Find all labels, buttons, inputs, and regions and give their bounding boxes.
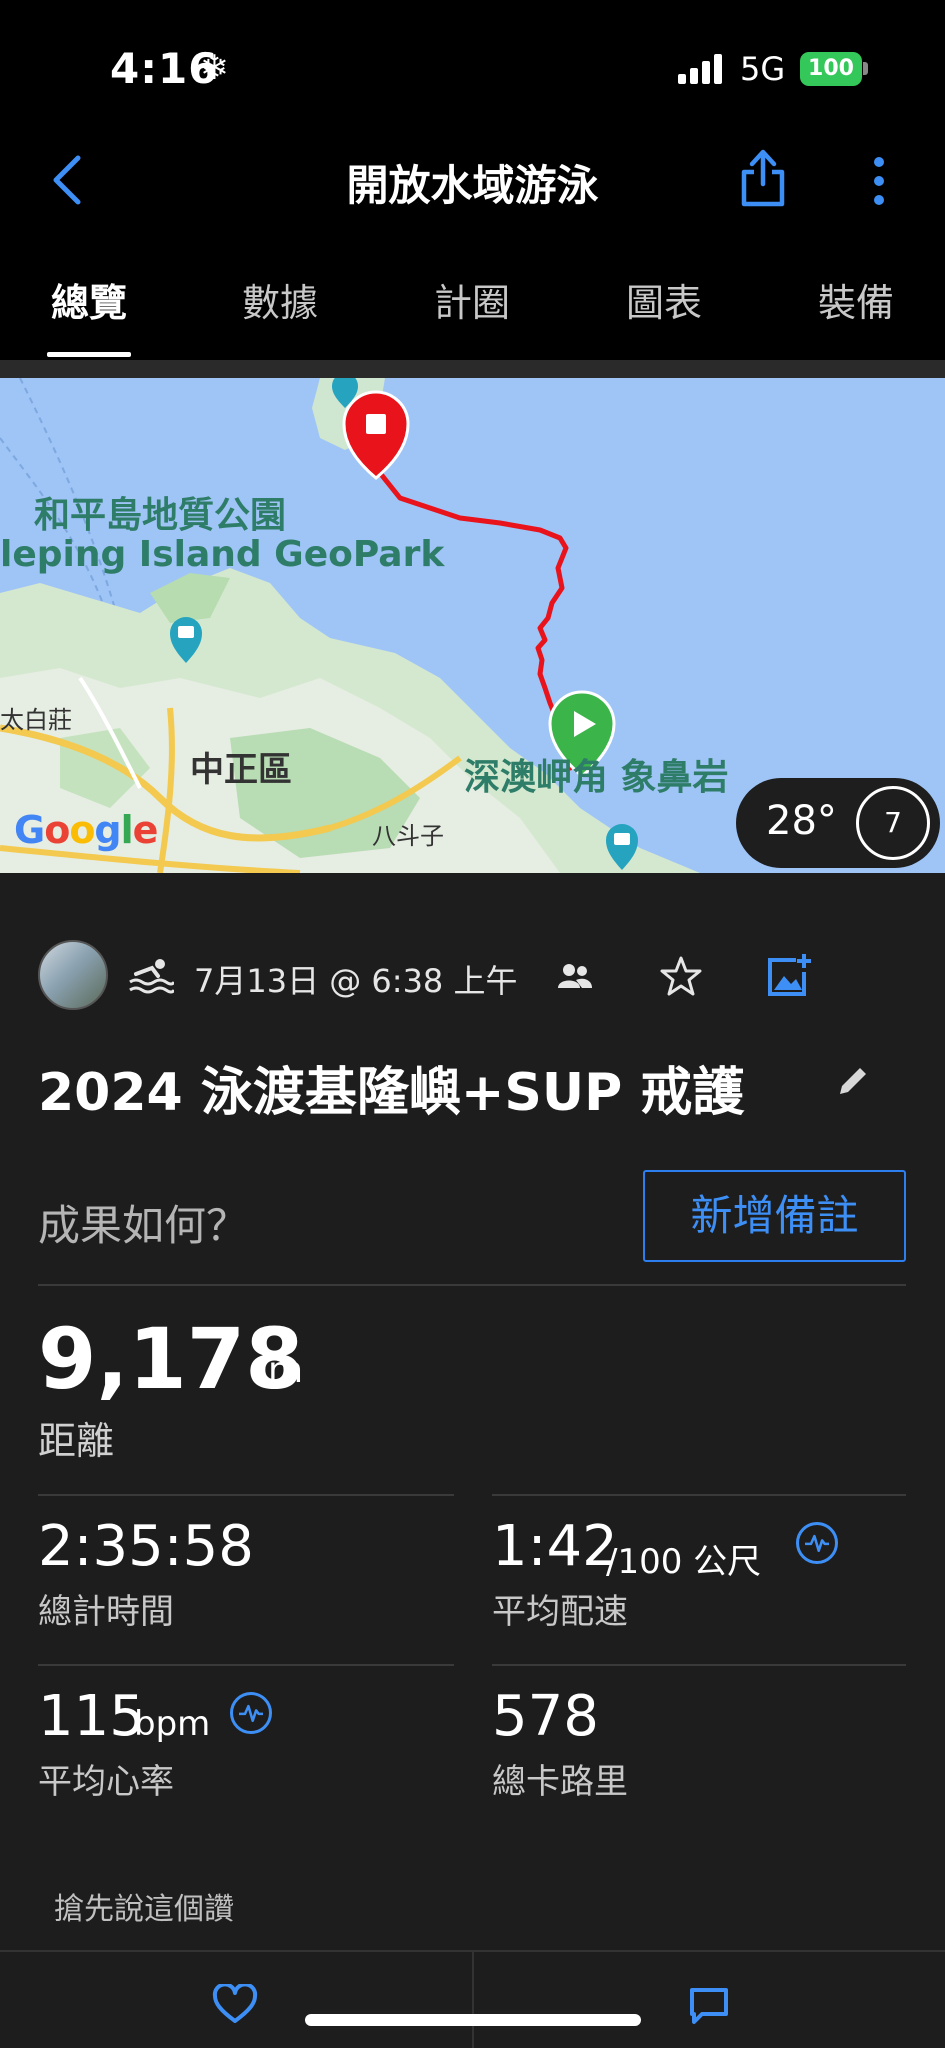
status-bar: 4:16 ❄ 5G 100 bbox=[0, 0, 945, 140]
map-label-zhongzheng: 中正區 bbox=[190, 750, 292, 790]
battery-tip bbox=[863, 62, 868, 75]
avg-pace-value: 1:42 bbox=[492, 1514, 618, 1579]
wind-speed: 7 bbox=[856, 786, 930, 860]
avg-hr-unit: bpm bbox=[134, 1704, 211, 1744]
tab-bar: 總覽 數據 計圈 圖表 裝備 bbox=[0, 262, 945, 360]
weather-temperature: 28° bbox=[766, 798, 837, 844]
edit-icon[interactable] bbox=[836, 1064, 870, 1098]
avatar[interactable] bbox=[38, 940, 108, 1010]
tab-laps[interactable]: 計圈 bbox=[402, 272, 542, 327]
map-label-geopark-en: leping Island GeoPark bbox=[0, 534, 445, 575]
divider bbox=[492, 1664, 906, 1666]
activity-title: 2024 泳渡基隆嶼+SUP 戒護 bbox=[38, 1063, 745, 1123]
star-icon[interactable] bbox=[660, 955, 702, 997]
divider bbox=[38, 1494, 454, 1496]
map-label-taibai: 太白莊 bbox=[0, 706, 72, 734]
divider bbox=[38, 1664, 454, 1666]
map-label-badouzi: 八斗子 bbox=[372, 822, 444, 850]
add-photo-icon[interactable] bbox=[766, 952, 812, 998]
comment-icon[interactable] bbox=[688, 1986, 730, 2026]
network-type: 5G bbox=[740, 50, 786, 88]
kudos-prompt: 搶先說這個讚 bbox=[54, 1892, 234, 1927]
heart-icon[interactable] bbox=[212, 1984, 258, 2024]
distance-unit: m bbox=[268, 1350, 304, 1391]
map-label-shenao: 深澳岬角 象鼻岩 bbox=[464, 757, 729, 798]
map-label-geopark: 和平島地質公園 bbox=[34, 495, 287, 536]
tab-charts[interactable]: 圖表 bbox=[594, 272, 734, 327]
avg-hr-label: 平均心率 bbox=[38, 1762, 174, 1802]
distance-value: 9,178 bbox=[38, 1310, 304, 1408]
google-attribution: Google bbox=[14, 808, 158, 852]
signal-icon bbox=[678, 54, 722, 84]
swim-icon bbox=[129, 959, 174, 994]
tab-gear[interactable]: 裝備 bbox=[786, 272, 926, 327]
pace-metric-icon[interactable] bbox=[796, 1522, 838, 1564]
feedback-prompt: 成果如何？ bbox=[38, 1201, 249, 1250]
heart-rate-metric-icon[interactable] bbox=[230, 1692, 272, 1734]
total-time-value: 2:35:58 bbox=[38, 1514, 254, 1579]
snowflake-icon: ❄ bbox=[200, 48, 229, 88]
tab-data[interactable]: 數據 bbox=[210, 272, 350, 327]
share-icon[interactable] bbox=[738, 148, 788, 208]
active-tab-indicator bbox=[47, 352, 131, 357]
add-note-button[interactable]: 新增備註 bbox=[643, 1170, 906, 1262]
total-time-label: 總計時間 bbox=[38, 1592, 174, 1632]
avg-hr-value: 115 bbox=[38, 1684, 145, 1749]
avg-pace-unit: /100 公尺 bbox=[606, 1542, 762, 1582]
more-options-icon[interactable] bbox=[868, 156, 890, 206]
divider bbox=[38, 1284, 906, 1286]
weather-badge: 28° 7 bbox=[736, 778, 940, 868]
divider bbox=[492, 1494, 906, 1496]
group-icon[interactable] bbox=[558, 962, 592, 990]
tab-overview[interactable]: 總覽 bbox=[19, 272, 159, 327]
section-divider bbox=[0, 360, 945, 378]
calories-label: 總卡路里 bbox=[492, 1762, 628, 1802]
action-bar-divider bbox=[472, 1952, 474, 2048]
distance-label: 距離 bbox=[38, 1419, 115, 1463]
calories-value: 578 bbox=[492, 1684, 599, 1749]
page-title: 開放水域游泳 bbox=[346, 161, 599, 210]
battery-icon: 100 bbox=[800, 52, 862, 86]
home-indicator[interactable] bbox=[305, 2014, 641, 2026]
avg-pace-label: 平均配速 bbox=[492, 1592, 628, 1632]
activity-date: 7月13日 @ 6:38 上午 bbox=[194, 962, 518, 1000]
